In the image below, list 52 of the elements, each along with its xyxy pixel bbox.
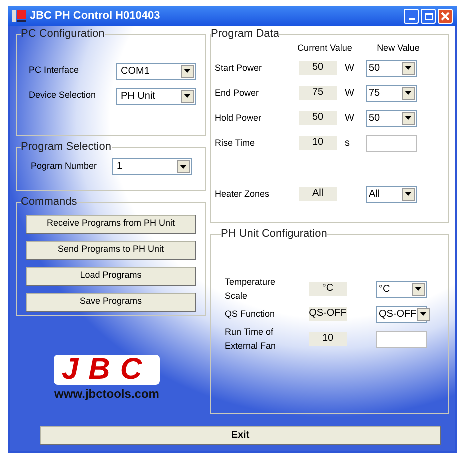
- dropdown[interactable]: PH Unit: [116, 88, 196, 104]
- current-value: 75: [299, 86, 337, 100]
- input-field[interactable]: [376, 330, 427, 348]
- close-icon[interactable]: [438, 8, 453, 24]
- dropdown[interactable]: 75: [366, 84, 417, 102]
- dropdown[interactable]: All: [366, 186, 417, 202]
- field-label: Temperature Scale: [225, 276, 277, 303]
- field-label: Hold Power: [215, 112, 263, 125]
- field-label: Run Time of External Fan: [225, 326, 278, 353]
- command-button[interactable]: Load Programs: [26, 266, 196, 286]
- command-button[interactable]: Save Programs: [26, 292, 196, 312]
- field-label: Start Power: [215, 62, 264, 75]
- window-title: JBC PH Control H010403: [30, 8, 162, 24]
- dropdown[interactable]: COM1: [116, 62, 196, 80]
- dropdown[interactable]: 50: [366, 110, 417, 126]
- minimize-icon[interactable]: [404, 8, 419, 24]
- current-value: °C: [309, 282, 347, 296]
- field-label: Rise Time: [215, 137, 256, 150]
- current-value: All: [299, 187, 337, 201]
- group-title: Program Data: [211, 27, 280, 42]
- field-label: Device Selection: [29, 89, 98, 102]
- group-title: Program Selection: [21, 140, 112, 155]
- maximize-icon[interactable]: [421, 8, 436, 24]
- unit-label: W: [345, 88, 354, 98]
- field-label: QS Function: [225, 308, 276, 321]
- unit-label: s: [345, 138, 350, 148]
- column-header: Current Value: [296, 42, 354, 54]
- group-title: PC Configuration: [21, 27, 105, 42]
- unit-label: W: [345, 112, 354, 124]
- app-icon: [12, 9, 26, 23]
- dropdown[interactable]: 50: [366, 60, 417, 76]
- field-label: End Power: [215, 87, 260, 100]
- field-label: Heater Zones: [215, 188, 271, 201]
- exit-button[interactable]: Exit: [40, 426, 441, 445]
- column-header: New Value: [376, 42, 421, 54]
- field-label: Pogram Number: [31, 160, 98, 173]
- dropdown[interactable]: QS-OFF: [376, 306, 427, 322]
- group-title: Commands: [21, 195, 78, 210]
- current-value: 10: [299, 136, 337, 150]
- dropdown[interactable]: °C: [376, 280, 427, 298]
- command-button[interactable]: Receive Programs from PH Unit: [26, 214, 196, 234]
- command-button[interactable]: Send Programs to PH Unit: [26, 240, 196, 260]
- field-label: PC Interface: [29, 64, 80, 78]
- current-value: 50: [299, 111, 337, 125]
- logo-text: JBC: [54, 355, 160, 385]
- dropdown[interactable]: 1: [112, 158, 192, 175]
- current-value: 10: [309, 332, 347, 346]
- group-title: PH Unit Configuration: [221, 227, 328, 242]
- unit-label: W: [345, 62, 354, 74]
- current-value: 50: [299, 61, 337, 75]
- current-value: QS-OFF: [309, 307, 347, 321]
- input-field[interactable]: [366, 134, 417, 152]
